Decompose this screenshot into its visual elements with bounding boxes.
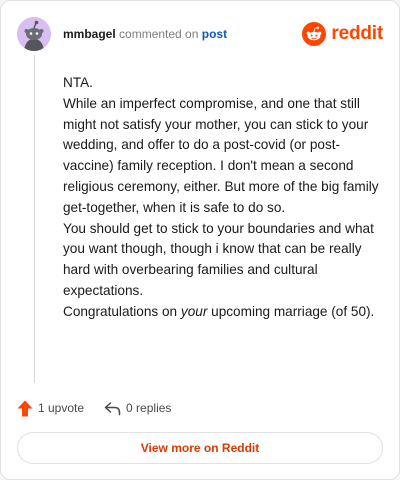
comment-paragraph: NTA. <box>63 75 93 90</box>
thread-line <box>34 55 35 383</box>
comment-header: mmbagel commented on post reddit <box>17 17 383 51</box>
byline-action: commented on <box>119 27 199 41</box>
post-link[interactable]: post <box>202 27 227 41</box>
user-avatar[interactable] <box>17 17 51 51</box>
reply-button[interactable]: 0 replies <box>104 401 171 416</box>
comment-actions: 1 upvote 0 replies <box>17 397 191 419</box>
upvote-button[interactable]: 1 upvote <box>17 400 84 417</box>
view-more-button[interactable]: View more on Reddit <box>17 432 383 464</box>
reply-count: 0 replies <box>126 401 172 415</box>
comment-paragraph: While an imperfect compromise, and one t… <box>63 95 379 215</box>
byline: mmbagel commented on post <box>63 27 227 41</box>
reddit-wordmark: reddit <box>331 23 383 44</box>
comment-emphasis: your <box>180 303 208 319</box>
comment-text: upcoming marriage (of 50). <box>211 303 375 319</box>
comment-paragraph-last: Congratulations on your upcoming marriag… <box>63 302 381 323</box>
upvote-arrow-icon <box>17 400 33 416</box>
comment-text: Congratulations on <box>63 303 178 319</box>
comment-card: mmbagel commented on post reddit NTA. Wh… <box>0 0 400 480</box>
snoo-avatar-icon <box>17 17 51 51</box>
reddit-logo[interactable]: reddit <box>302 21 383 47</box>
reddit-logo-icon <box>302 22 327 46</box>
username-link[interactable]: mmbagel <box>63 27 116 41</box>
comment-body: NTA. While an imperfect compromise, and … <box>63 73 381 323</box>
upvote-count: 1 upvote <box>38 401 85 415</box>
reply-arrow-icon <box>104 401 121 415</box>
comment-paragraph: You should get to stick to your boundari… <box>63 220 374 298</box>
